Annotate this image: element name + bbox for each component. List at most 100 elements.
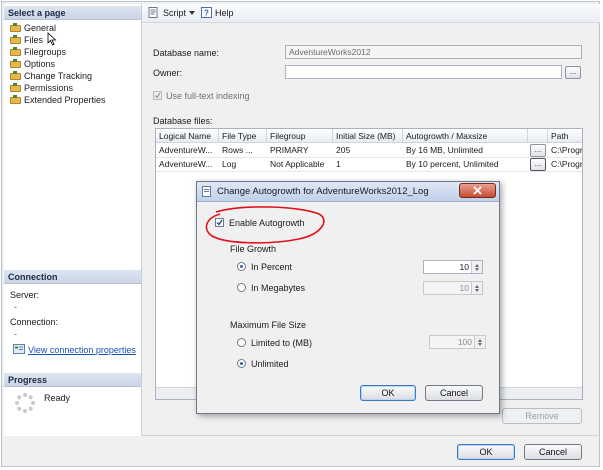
in-megabytes-radio[interactable] [237,283,246,292]
in-percent-stepper[interactable]: 10 [423,260,483,274]
cell-logical-name[interactable]: AdventureW... [156,158,219,171]
limited-value: 100 [457,337,472,347]
in-percent-label: In Percent [251,262,293,272]
cell-autogrowth: By 10 percent, Unlimited [406,159,499,169]
page-item-permissions[interactable]: Permissions [10,82,73,94]
svg-text:?: ? [204,9,209,18]
progress-status: Ready [44,393,71,403]
spin-arrows-icon[interactable] [474,336,485,348]
cell-path[interactable]: C:\Progr [548,158,582,171]
unlimited-radio[interactable] [237,359,246,368]
in-megabytes-stepper[interactable]: 10 [423,281,483,295]
owner-field[interactable] [285,65,562,79]
in-percent-radio[interactable] [237,262,246,271]
page-item-files[interactable]: Files [10,34,43,46]
dialog-title: Change Autogrowth for AdventureWorks2012… [217,186,429,197]
owner-browse-button[interactable]: ... [565,66,581,79]
script-icon [148,7,158,18]
page-item-label: Options [24,59,56,69]
connection-value: - [14,329,17,339]
connection-properties-icon [13,344,25,354]
page-icon [10,59,21,68]
autogrowth-browse-button[interactable]: ... [530,158,546,171]
cell-initial-size[interactable]: 1 [333,158,403,171]
spin-arrows-icon[interactable] [471,282,482,294]
script-label: Script [163,8,187,18]
script-dropdown-icon[interactable] [189,11,195,15]
col-header-file-type[interactable]: File Type [219,129,267,143]
cell-filegroup[interactable]: PRIMARY [267,144,333,157]
col-header-logical-name[interactable]: Logical Name [156,129,219,143]
toolbar: Script ? Help [142,4,600,23]
red-annotation-circle-icon [205,206,325,244]
page-item-label: Filegroups [24,47,67,57]
in-megabytes-value: 10 [459,283,469,293]
col-header-autogrowth[interactable]: Autogrowth / Maxsize [403,129,528,143]
script-button[interactable]: Script [148,7,186,18]
limited-stepper[interactable]: 100 [429,335,486,349]
page-item-change-tracking[interactable]: Change Tracking [10,70,92,82]
fulltext-label: Use full-text indexing [166,91,250,101]
limited-label: Limited to (MB) [251,338,313,348]
col-header-filegroup[interactable]: Filegroup [267,129,333,143]
remove-button[interactable]: Remove [502,408,582,424]
server-label: Server: [10,290,40,300]
page-item-extended-properties[interactable]: Extended Properties [10,94,106,106]
cell-filegroup[interactable]: Not Applicable [267,158,333,171]
progress-header: Progress [4,373,141,387]
page-item-label: Change Tracking [24,71,93,81]
page-item-filegroups[interactable]: Filegroups [10,46,66,58]
view-connection-properties-label: View connection properties [28,345,136,355]
in-megabytes-label: In Megabytes [251,283,306,293]
dialog-ok-button[interactable]: OK [360,385,416,401]
change-autogrowth-dialog: Change Autogrowth for AdventureWorks2012… [196,181,500,414]
connection-label: Connection: [10,317,59,327]
page-item-label: Permissions [24,83,74,93]
cell-file-type[interactable]: Log [219,158,267,171]
fulltext-checkbox[interactable] [153,91,162,100]
page-icon [10,71,21,80]
help-label: Help [215,8,234,18]
page-icon [10,83,21,92]
col-header-path[interactable]: Path [548,129,582,143]
cell-file-type[interactable]: Rows ... [219,144,267,157]
help-button[interactable]: ? Help [201,7,234,18]
limited-radio[interactable] [237,338,246,347]
col-header-initial-size[interactable]: Initial Size (MB) [333,129,403,143]
max-file-size-label: Maximum File Size [230,320,307,330]
autogrowth-browse-button[interactable]: ... [530,144,546,157]
server-value: - [14,302,17,312]
help-icon: ? [201,7,212,18]
database-files-label: Database files: [153,116,213,126]
file-growth-label: File Growth [230,244,277,254]
page-icon [10,47,21,56]
col-header-blank [528,129,548,143]
database-name-label: Database name: [153,48,220,58]
view-connection-properties-link[interactable]: View connection properties [13,344,136,355]
ok-button[interactable]: OK [457,444,515,460]
cancel-button[interactable]: Cancel [524,444,582,460]
cell-path[interactable]: C:\Progr [548,144,582,157]
dialog-icon [202,186,211,197]
cell-autogrowth: By 16 MB, Unlimited [406,145,483,155]
dialog-titlebar[interactable]: Change Autogrowth for AdventureWorks2012… [197,182,499,202]
cell-initial-size[interactable]: 205 [333,144,403,157]
page-item-label: Files [24,35,44,45]
left-panel: Select a page General Files Filegroups O… [4,4,142,436]
page-item-options[interactable]: Options [10,58,55,70]
check-icon [154,92,161,99]
dialog-close-button[interactable] [459,183,496,198]
spin-arrows-icon[interactable] [471,261,482,273]
owner-label: Owner: [153,68,183,78]
page-icon [10,35,21,44]
close-icon [473,186,482,195]
dialog-cancel-button[interactable]: Cancel [425,385,483,401]
select-page-header: Select a page [4,6,141,20]
database-name-field[interactable]: AdventureWorks2012 [285,45,582,59]
page-icon [10,23,21,32]
progress-spinner-icon [15,393,35,413]
in-percent-value: 10 [459,262,469,272]
connection-header: Connection [4,270,141,284]
mouse-cursor-icon [47,32,57,46]
cell-logical-name[interactable]: AdventureW... [156,144,219,157]
